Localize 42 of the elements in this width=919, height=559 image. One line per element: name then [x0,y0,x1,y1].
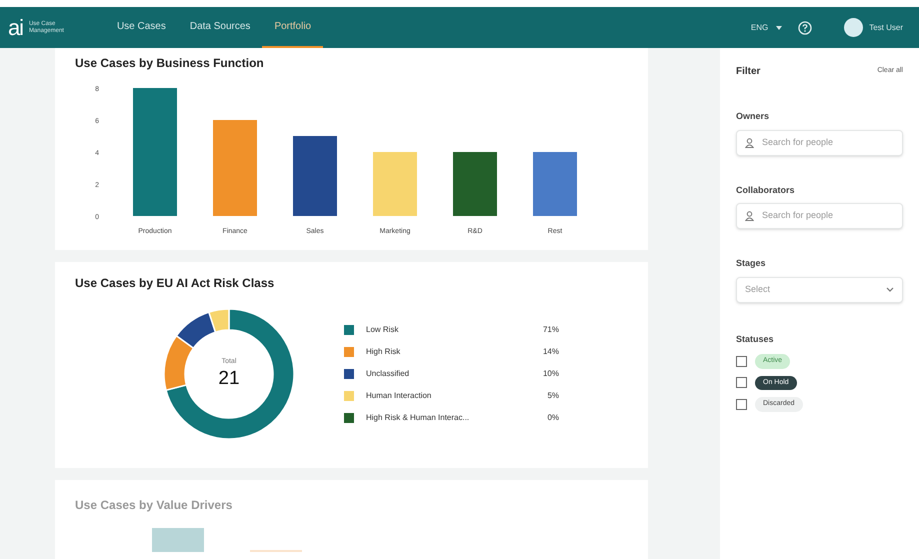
legend-percent: 14% [542,346,559,358]
language-dropdown[interactable]: ENG [750,22,782,34]
legend-label: High Risk & Human Interac... [366,412,470,424]
user-name: Test User [869,22,903,34]
chevron-down-icon [886,287,894,292]
field-label: Owners [736,110,770,123]
field-label: Statuses [736,332,775,346]
chart-title: Use Cases by Business Function [75,55,265,72]
nav-tab[interactable]: Use Cases [104,7,178,48]
bar [453,152,497,216]
bar [533,152,577,216]
legend-percent: 10% [542,368,559,380]
legend-percent: 0% [547,412,559,424]
search-input[interactable]: Search for people [762,136,894,150]
filter-title: Filter [736,65,760,79]
select-input[interactable]: Select [745,282,878,296]
help-icon[interactable] [798,20,812,34]
legend-percent: 71% [542,324,559,336]
checkbox[interactable] [736,356,747,367]
checkbox[interactable] [736,398,747,410]
legend-label: Human Interaction [366,390,432,402]
search-input[interactable]: Search for people [762,209,894,223]
chart-title: Use Cases by Value Drivers [75,497,234,514]
checkbox[interactable] [736,377,747,388]
legend-label: Unclassified [366,368,410,380]
field-label: Collaborators [736,184,796,196]
caret-icon [776,26,782,30]
person-icon [745,138,754,148]
legend-label: High Risk [366,346,400,358]
total-value: 21 [218,367,240,392]
person-icon [745,211,754,221]
logo: ai [8,16,23,38]
legend-percent: 5% [547,390,559,402]
chart-title: Use Cases by EU AI Act Risk Class [75,275,276,292]
field-label: Stages [736,257,767,270]
user-avatar[interactable] [844,18,864,37]
legend-label: Low Risk [366,324,398,336]
bar [373,152,417,216]
nav-tab[interactable]: Data Sources [178,7,262,48]
stage-select[interactable]: Select [736,276,903,302]
people-search-field[interactable]: Search for people [736,130,903,156]
people-search-field[interactable]: Search for people [736,203,903,229]
